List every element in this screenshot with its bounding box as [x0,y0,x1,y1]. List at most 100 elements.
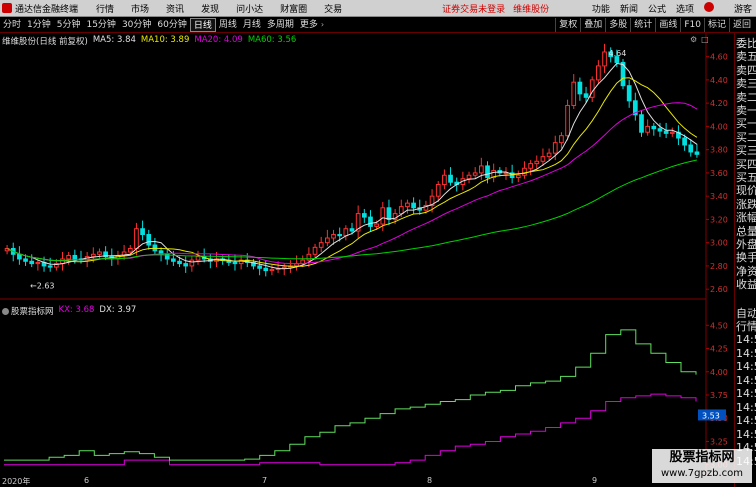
menu-discover[interactable]: 发现 [201,2,219,15]
period-daily[interactable]: 日线 [189,17,216,32]
trade-login-status[interactable]: 证券交易未登录 [442,2,505,15]
tool-f10[interactable]: F10 [680,18,704,32]
candle-body [398,206,404,215]
candle-body [90,253,96,258]
x-label-2020: 2020年 [2,477,31,486]
candle-body [405,202,410,208]
quote-label: 买一 [736,117,756,131]
indicator-tick-label: 4.25 [710,345,728,354]
menu-formula[interactable]: 公式 [648,2,666,15]
price-tick-label: 3.60 [710,169,728,178]
tool-back[interactable]: 返回 [728,18,754,32]
candle-body [29,260,35,265]
ma10-value: MA10: 3.89 [140,35,190,45]
right-menu: 功能 新闻 公式 选项 游客 [592,2,752,15]
watermark-title: 股票指标网 [669,450,735,465]
stock-name: 维维股份(日线 前复权) [2,37,88,47]
candle-body [602,51,607,67]
period-more[interactable]: 更多 [297,18,321,32]
tick-time: 14:50 [736,387,756,400]
quote-label: 换手 [736,251,756,265]
settings-icon[interactable]: ⚙ [690,35,697,44]
candle-body [232,261,238,265]
candle-body [140,228,145,236]
quote-label: 买四 [736,157,756,171]
menu-wealth[interactable]: 财富圈 [280,2,307,15]
x-label-jun: 6 [84,476,90,485]
candle-body [263,267,269,272]
period-tick[interactable]: 分时 [0,18,24,32]
tool-adjust[interactable]: 复权 [555,18,580,32]
candle-body [183,263,189,267]
candle-body [66,254,72,260]
tool-overlay[interactable]: 叠加 [580,18,605,32]
candle-body [318,242,324,248]
current-stock-link[interactable]: 维维股份 [513,2,549,15]
ma5-value: MA5: 3.84 [92,35,136,45]
menu-options[interactable]: 选项 [676,2,694,15]
candle-body [485,165,490,179]
current-value-tag: 3.53 [702,411,720,420]
watermark-url: www.7gpzb.com [661,468,743,479]
candle-body [349,228,355,232]
ma20-value: MA20: 4.09 [194,35,243,45]
ma-info-bar: 维维股份(日线 前复权) MA5: 3.84 MA10: 3.89 MA20: … [2,35,297,47]
period-monthly[interactable]: 月线 [240,18,264,32]
candle-body [177,260,182,265]
chevron-right-icon[interactable]: › [321,20,324,29]
candle-body [534,160,540,165]
price-tick-label: 4.00 [710,122,728,131]
candle-body [35,261,41,265]
candle-body [281,266,287,269]
period-60min[interactable]: 60分钟 [154,18,189,32]
candle-body [47,265,53,268]
menu-news[interactable]: 资讯 [166,2,184,15]
candle-body [189,259,195,267]
period-1min[interactable]: 1分钟 [24,18,54,32]
price-tick-label: 2.60 [710,285,728,294]
menu-trade[interactable]: 交易 [324,2,342,15]
period-5min[interactable]: 5分钟 [54,18,84,32]
candle-body [596,65,601,81]
period-multi[interactable]: 多周期 [264,18,297,32]
tool-mark[interactable]: 标记 [703,18,729,32]
candle-body [97,251,102,255]
price-tick-label: 3.40 [710,192,728,201]
candle-body [374,223,379,227]
menu-ask[interactable]: 问小达 [236,2,263,15]
quote-label: 买三 [736,144,756,158]
candle-body [694,151,700,155]
tool-draw[interactable]: 画线 [655,18,680,32]
tool-multi[interactable]: 多股 [605,18,630,32]
candle-body [134,228,139,249]
tick-time: 14:51 [736,427,756,441]
close-icon[interactable]: □ [701,35,709,44]
kline-chart[interactable]: 4.60 4.40 4.20 4.00 3.80 3.60 3.40 3.20 3.00 2.80… [0,33,734,300]
indicator-chart[interactable]: 4.504.254.003.753.503.253.003.53 [0,300,734,476]
guest-label[interactable]: 游客 [734,2,752,15]
menu-quotes[interactable]: 行情 [96,2,114,15]
ma60-value: MA60: 3.56 [247,35,297,45]
candle-body [306,253,312,261]
quote-label: 委比 [736,37,756,50]
price-tick-label: 4.20 [710,99,728,108]
period-weekly[interactable]: 周线 [216,18,240,32]
trading-terminal: 通达信金融终端 行情 市场 资讯 发现 问小达 财富圈 交易 证券交易未登录 维… [0,0,756,487]
menu-news-right[interactable]: 新闻 [620,2,638,15]
price-tick-label: 3.00 [710,239,728,248]
tick-time: 14:51 [736,414,756,427]
menu-market[interactable]: 市场 [131,2,149,15]
panel-label: 自动 [736,307,756,320]
price-tick-label: 4.40 [710,76,728,85]
period-30min[interactable]: 30分钟 [119,18,154,32]
candle-body [565,104,570,137]
candle-body [442,174,447,186]
user-avatar-icon[interactable] [703,2,714,12]
candle-body [540,156,546,162]
menu-function[interactable]: 功能 [592,2,610,15]
quote-label: 现价 [736,184,756,198]
period-15min[interactable]: 15分钟 [83,18,118,32]
price-tick-label: 2.80 [710,262,728,271]
candle-body [528,163,533,169]
tool-stats[interactable]: 统计 [630,18,655,32]
